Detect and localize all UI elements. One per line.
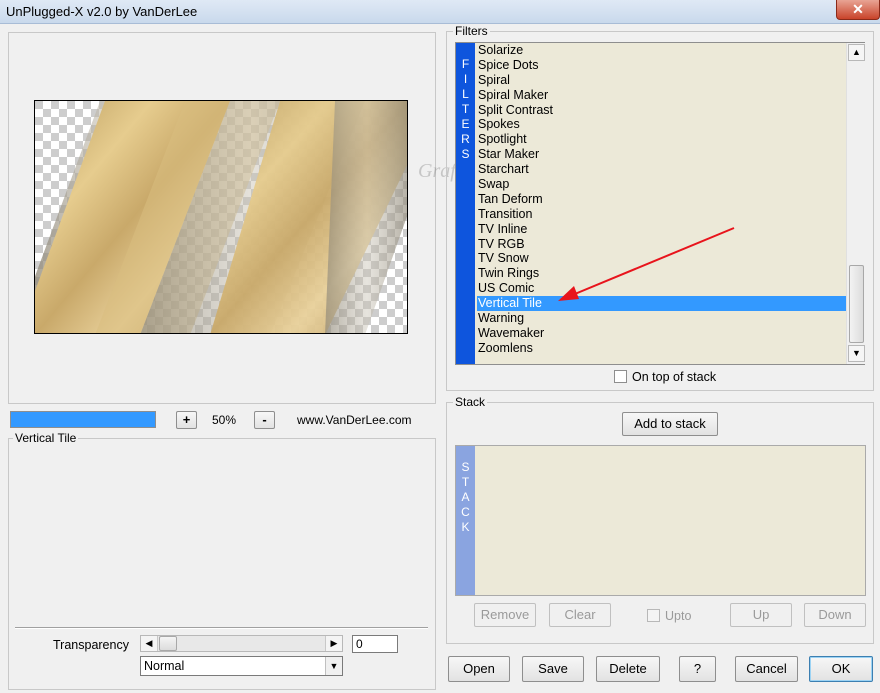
stack-group-label: Stack: [453, 395, 488, 409]
settings-divider: [15, 627, 428, 629]
filter-item[interactable]: Split Contrast: [477, 103, 847, 118]
scroll-up-arrow[interactable]: ▲: [848, 44, 865, 61]
filter-item[interactable]: Spotlight: [477, 132, 847, 147]
sidebar-letter: F: [461, 57, 470, 71]
filter-item[interactable]: Star Maker: [477, 147, 847, 162]
remove-button[interactable]: Remove: [474, 603, 536, 627]
blend-mode-select[interactable]: Normal ▼: [140, 656, 343, 676]
blend-mode-value: Normal: [144, 659, 185, 673]
website-link[interactable]: www.VanDerLee.com: [297, 413, 412, 427]
ok-button[interactable]: OK: [809, 656, 873, 682]
progress-bar: [10, 411, 156, 428]
open-button[interactable]: Open: [448, 656, 510, 682]
window-title: UnPlugged-X v2.0 by VanDerLee: [6, 4, 198, 19]
sidebar-letter: T: [461, 475, 470, 489]
zoom-level: 50%: [212, 413, 237, 427]
sidebar-letter: K: [461, 520, 470, 534]
stack-sidebar: S T A C K: [456, 446, 475, 595]
add-to-stack-button[interactable]: Add to stack: [622, 412, 718, 436]
sidebar-letter: I: [463, 72, 468, 86]
slider-right-arrow[interactable]: ▶: [325, 636, 342, 651]
zoom-out-button[interactable]: -: [254, 411, 275, 429]
filter-item[interactable]: Spiral: [477, 73, 847, 88]
zoom-in-button[interactable]: +: [176, 411, 197, 429]
clear-button[interactable]: Clear: [549, 603, 611, 627]
sidebar-letter: L: [462, 87, 469, 101]
scroll-thumb[interactable]: [849, 265, 864, 343]
sidebar-letter: C: [461, 505, 470, 519]
close-button[interactable]: ✕: [836, 0, 880, 20]
stack-list[interactable]: S T A C K: [455, 445, 866, 596]
filter-item[interactable]: Solarize: [477, 43, 847, 58]
title-bar: UnPlugged-X v2.0 by VanDerLee ✕: [0, 0, 880, 24]
filter-item[interactable]: Spiral Maker: [477, 88, 847, 103]
transparency-slider[interactable]: ◀ ▶: [140, 635, 343, 652]
on-top-checkbox[interactable]: [614, 370, 627, 383]
slider-left-arrow[interactable]: ◀: [141, 636, 158, 651]
filter-item[interactable]: Zoomlens: [477, 341, 847, 356]
on-top-label: On top of stack: [632, 370, 717, 384]
filter-item[interactable]: Starchart: [477, 162, 847, 177]
scroll-down-arrow[interactable]: ▼: [848, 345, 865, 362]
sidebar-letter: E: [461, 117, 470, 131]
annotation-arrow: [558, 227, 735, 301]
save-button[interactable]: Save: [522, 656, 584, 682]
filter-item[interactable]: Wavemaker: [477, 326, 847, 341]
slider-thumb[interactable]: [159, 636, 177, 651]
preview-render: [35, 101, 407, 333]
delete-button[interactable]: Delete: [596, 656, 660, 682]
filter-scrollbar[interactable]: ▲ ▼: [846, 43, 865, 364]
cancel-button[interactable]: Cancel: [735, 656, 798, 682]
filter-item[interactable]: Swap: [477, 177, 847, 192]
sidebar-letter: S: [461, 460, 470, 474]
filter-item[interactable]: Tan Deform: [477, 192, 847, 207]
chevron-down-icon[interactable]: ▼: [325, 657, 342, 675]
upto-label: Upto: [665, 609, 692, 623]
transparency-label: Transparency: [53, 638, 129, 652]
sidebar-letter: R: [461, 132, 470, 146]
progress-fill: [11, 412, 155, 427]
filter-item[interactable]: Warning: [477, 311, 847, 326]
filter-item[interactable]: Spice Dots: [477, 58, 847, 73]
filter-item[interactable]: Transition: [477, 207, 847, 222]
filters-sidebar: F I L T E R S: [456, 43, 475, 364]
filter-items: Solarize Spice Dots Spiral Spiral Maker Spli…: [477, 43, 847, 356]
filter-list[interactable]: F I L T E R S Solarize Spice Dots Spiral Sp…: [455, 42, 865, 365]
down-button[interactable]: Down: [804, 603, 866, 627]
sidebar-letter: S: [461, 147, 470, 161]
help-button[interactable]: ?: [679, 656, 716, 682]
sidebar-letter: A: [461, 490, 470, 504]
filter-settings-title: Vertical Tile: [13, 431, 79, 445]
filters-group-label: Filters: [453, 24, 490, 38]
upto-checkbox[interactable]: [647, 609, 660, 622]
preview-image[interactable]: [34, 100, 408, 334]
up-button[interactable]: Up: [730, 603, 792, 627]
transparency-input[interactable]: [352, 635, 398, 653]
filter-item[interactable]: Spokes: [477, 117, 847, 132]
sidebar-letter: T: [461, 102, 470, 116]
